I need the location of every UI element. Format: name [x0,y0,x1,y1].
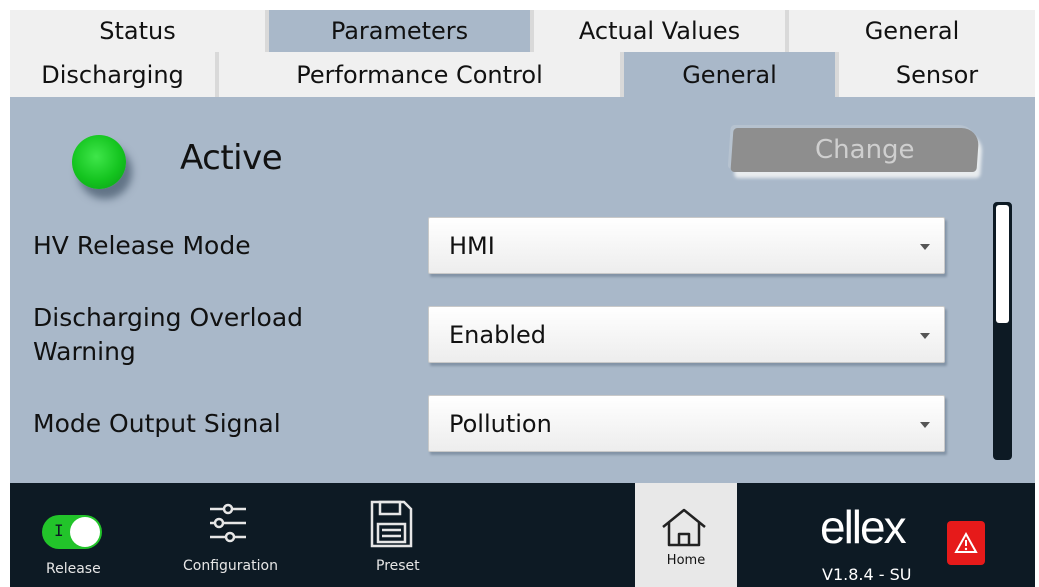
tab-actual-values[interactable]: Actual Values [530,10,785,52]
label-line-1: Discharging Overload [33,303,304,332]
home-icon [662,508,706,547]
subtab-sensor[interactable]: Sensor [835,52,1035,97]
configuration-button[interactable]: Configuration [175,483,295,587]
bottom-navigation-bar: I Release Configuration Preset Home elle… [10,483,1035,587]
floppy-disk-icon [370,500,413,548]
version-label: V1.8.4 - SU [822,565,912,584]
home-label: Home [666,553,706,568]
release-label: Release [46,561,101,577]
subtab-performance-control[interactable]: Performance Control [215,52,620,97]
sliders-icon [210,503,246,543]
warning-icon [954,531,978,553]
tab-general-main[interactable]: General [785,10,1035,52]
toggle-knob [70,517,100,547]
tab-status[interactable]: Status [10,10,265,52]
brand-logo: ellex [820,501,907,553]
discharging-overload-warning-select[interactable]: Enabled [428,306,945,363]
change-button[interactable]: Change [730,128,980,172]
mode-output-signal-label: Mode Output Signal [33,409,281,438]
mode-output-signal-value: Pollution [449,409,552,438]
hv-release-mode-label: HV Release Mode [33,231,251,260]
subtab-discharging[interactable]: Discharging [10,52,215,97]
home-button[interactable]: Home [635,483,737,587]
scrollbar[interactable] [993,202,1012,460]
preset-button[interactable]: Preset [350,483,430,587]
app-frame: Status Parameters Actual Values General … [10,10,1035,587]
hv-release-mode-select[interactable]: HMI [428,217,945,274]
label-line-2: Warning [33,337,136,366]
tab-parameters[interactable]: Parameters [265,10,530,52]
hv-release-mode-value: HMI [449,231,495,260]
preset-label: Preset [376,558,420,574]
change-button-label: Change [815,135,915,165]
chevron-down-icon [920,421,930,428]
chevron-down-icon [920,332,930,339]
status-label: Active [180,138,283,178]
toggle-on-mark: I [54,521,64,540]
discharging-overload-warning-value: Enabled [449,320,546,349]
sub-tab-bar: Discharging Performance Control General … [10,52,1035,97]
discharging-overload-warning-label: Discharging Overload Warning [33,301,303,369]
status-indicator-led [72,135,126,189]
configuration-label: Configuration [183,558,278,574]
release-toggle[interactable]: I [42,515,102,549]
alarm-button[interactable] [947,521,985,565]
main-tab-bar: Status Parameters Actual Values General [10,10,1035,52]
release-button[interactable]: I Release [10,483,140,587]
scrollbar-thumb[interactable] [996,205,1009,323]
chevron-down-icon [920,243,930,250]
subtab-general[interactable]: General [620,52,835,97]
mode-output-signal-select[interactable]: Pollution [428,395,945,452]
